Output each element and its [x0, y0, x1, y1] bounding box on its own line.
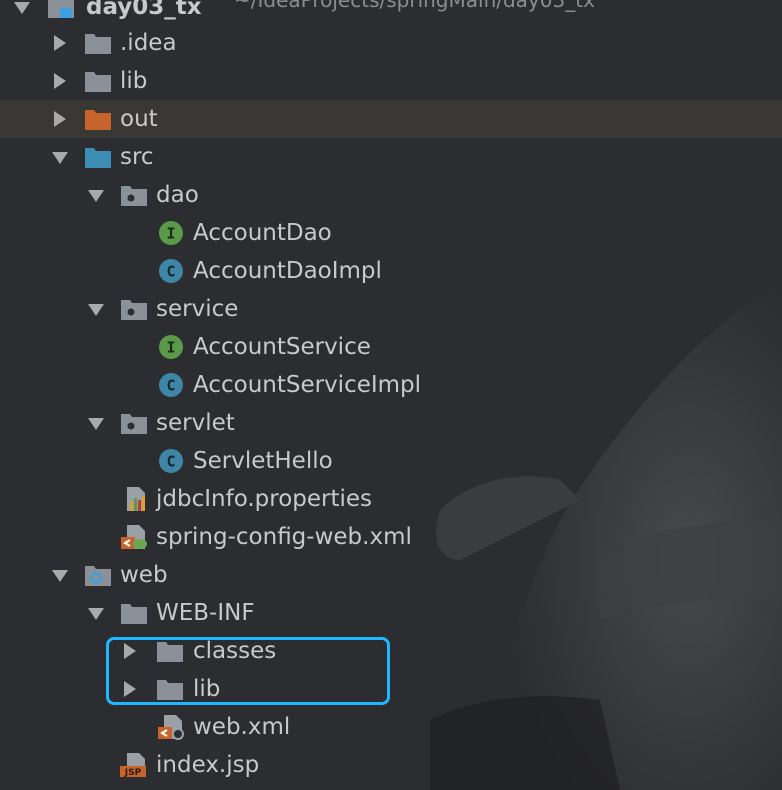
tree-item-label: AccountService: [193, 334, 371, 360]
jsp-file-icon: JSP: [120, 753, 146, 778]
chevron-right-icon[interactable]: [50, 33, 70, 53]
class-icon: C: [159, 259, 183, 283]
folder-icon: [121, 604, 147, 624]
tree-item-lib[interactable]: lib: [0, 62, 782, 100]
jsp-badge: JSP: [124, 768, 142, 778]
tree-item-label: jdbcInfo.properties: [156, 486, 373, 512]
tree-item-label: dao: [156, 182, 199, 208]
tree-item-spring-config-web-xml[interactable]: spring-config-web.xml: [0, 518, 782, 556]
interface-icon: I: [159, 335, 183, 359]
tree-item-label: WEB-INF: [156, 600, 255, 626]
tree-item-label: src: [120, 144, 154, 170]
tree-item-label: AccountDaoImpl: [193, 258, 382, 284]
tree-item-label: index.jsp: [156, 752, 260, 778]
chevron-right-icon[interactable]: [50, 71, 70, 91]
tree-item-out[interactable]: out: [0, 100, 782, 138]
chevron-down-icon[interactable]: [50, 565, 70, 585]
source-folder-icon: [85, 148, 111, 168]
tree-item-servlet[interactable]: servlet: [0, 404, 782, 442]
interface-icon: I: [159, 221, 183, 245]
tree-item-accountservice[interactable]: I AccountService: [0, 328, 782, 366]
properties-file-icon: [127, 487, 145, 511]
tree-item-accountserviceimpl[interactable]: C AccountServiceImpl: [0, 366, 782, 404]
class-glyph: C: [166, 377, 175, 395]
module-icon: [48, 0, 74, 18]
project-path: ~/IdeaProjects/springMain/day03_tx: [234, 0, 595, 12]
tree-item-src[interactable]: src: [0, 138, 782, 176]
chevron-down-icon[interactable]: [12, 0, 32, 17]
web-xml-file-icon: [158, 715, 184, 740]
tree-item-label: AccountServiceImpl: [193, 372, 422, 398]
tree-item-label: AccountDao: [193, 220, 332, 246]
tree-item-jdbcinfo-properties[interactable]: jdbcInfo.properties: [0, 480, 782, 518]
chevron-down-icon[interactable]: [86, 185, 106, 205]
excluded-folder-icon: [85, 110, 111, 130]
interface-glyph: I: [166, 225, 175, 243]
highlight-annotation-box: [106, 637, 390, 705]
project-name: day03_tx: [86, 0, 202, 20]
tree-item-servlethello[interactable]: C ServletHello: [0, 442, 782, 480]
tree-root-row[interactable]: day03_tx ~/IdeaProjects/springMain/day03…: [0, 0, 782, 26]
tree-item-label: servlet: [156, 410, 235, 436]
project-tree: day03_tx ~/IdeaProjects/springMain/day03…: [0, 0, 782, 790]
chevron-down-icon[interactable]: [86, 603, 106, 623]
tree-item-accountdaoimpl[interactable]: C AccountDaoImpl: [0, 252, 782, 290]
tree-item-label: web: [120, 562, 168, 588]
class-glyph: C: [166, 263, 175, 281]
spring-xml-file-icon: [121, 525, 147, 549]
tree-item-dao[interactable]: dao: [0, 176, 782, 214]
interface-glyph: I: [166, 339, 175, 357]
tree-item-label: service: [156, 296, 239, 322]
tree-item-index-jsp[interactable]: JSP index.jsp: [0, 746, 782, 784]
tree-item-label: lib: [120, 68, 148, 94]
tree-item-web[interactable]: web: [0, 556, 782, 594]
chevron-down-icon[interactable]: [86, 413, 106, 433]
package-icon: [121, 186, 147, 206]
package-icon: [121, 300, 147, 320]
tree-item-label: out: [120, 106, 158, 132]
tree-item-web-inf[interactable]: WEB-INF: [0, 594, 782, 632]
tree-item-label: .idea: [120, 30, 177, 56]
folder-icon: [85, 34, 111, 54]
chevron-right-icon[interactable]: [50, 109, 70, 129]
tree-item-web-xml[interactable]: web.xml: [0, 708, 782, 746]
tree-item-idea[interactable]: .idea: [0, 24, 782, 62]
class-glyph: C: [166, 453, 175, 471]
class-icon: C: [159, 449, 183, 473]
tree-item-accountdao[interactable]: I AccountDao: [0, 214, 782, 252]
chevron-down-icon[interactable]: [50, 147, 70, 167]
tree-item-label: ServletHello: [193, 448, 333, 474]
package-icon: [121, 414, 147, 434]
web-folder-icon: [85, 566, 111, 586]
tree-item-label: spring-config-web.xml: [156, 524, 412, 550]
tree-item-label: web.xml: [193, 714, 291, 740]
chevron-down-icon[interactable]: [86, 299, 106, 319]
class-icon: C: [159, 373, 183, 397]
tree-item-service[interactable]: service: [0, 290, 782, 328]
folder-icon: [85, 72, 111, 92]
